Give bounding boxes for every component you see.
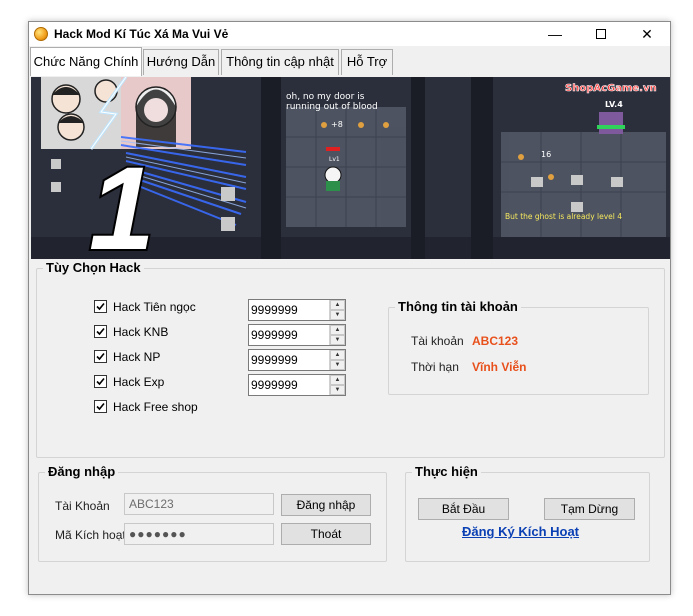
banner-counter-1: +8 <box>331 120 343 129</box>
banner-caption: But the ghost is already level 4 <box>505 212 622 221</box>
execute-title: Thực hiện <box>412 464 481 479</box>
tien-ngoc-amount-input[interactable] <box>249 300 329 320</box>
banner-level-badge: LV.4 <box>605 100 623 109</box>
stepper-buttons: ▲ ▼ <box>329 350 345 370</box>
account-info-duration-value: Vĩnh Viễn <box>472 360 527 374</box>
stepper-up-icon[interactable]: ▲ <box>330 350 345 360</box>
stepper-down-icon[interactable]: ▼ <box>330 385 345 395</box>
app-window: Hack Mod Kí Túc Xá Ma Vui Vẻ — ✕ Chức Nă… <box>28 21 671 595</box>
hack-knb-checkbox[interactable] <box>94 325 107 338</box>
stepper-buttons: ▲ ▼ <box>329 325 345 345</box>
account-info-title: Thông tin tài khoản <box>395 299 521 314</box>
maximize-icon <box>596 29 606 40</box>
hack-np-checkbox[interactable] <box>94 350 107 363</box>
stepper-up-icon[interactable]: ▲ <box>330 300 345 310</box>
execute-group: Thực hiện Bắt Đầu Tạm Dừng Đăng Ký Kích … <box>405 464 650 562</box>
hack-options-title: Tùy Chọn Hack <box>43 260 144 275</box>
login-title: Đăng nhập <box>45 464 119 479</box>
hack-free-shop-checkbox[interactable] <box>94 400 107 413</box>
game-banner-image: 1 oh, no my door is running out of blood… <box>31 77 670 259</box>
login-group: Đăng nhập Tài Khoản ABC123 Đăng nhập Mã … <box>38 464 387 562</box>
hack-exp-checkbox[interactable] <box>94 375 107 388</box>
exp-amount-input[interactable] <box>249 375 329 395</box>
login-account-label: Tài Khoản <box>55 499 110 513</box>
np-amount-input[interactable] <box>249 350 329 370</box>
activation-code-input[interactable]: ●●●●●●● <box>124 523 274 545</box>
exp-amount-stepper[interactable]: ▲ ▼ <box>248 374 346 396</box>
knb-amount-stepper[interactable]: ▲ ▼ <box>248 324 346 346</box>
banner-counter-2: 16 <box>541 150 551 159</box>
tab-support[interactable]: Hỗ Trợ <box>341 49 393 75</box>
banner-speech-line-2: running out of blood <box>286 102 378 112</box>
stepper-down-icon[interactable]: ▼ <box>330 360 345 370</box>
app-coin-icon <box>34 27 48 41</box>
pause-button[interactable]: Tạm Dừng <box>544 498 635 520</box>
stepper-buttons: ▲ ▼ <box>329 300 345 320</box>
start-button[interactable]: Bắt Đầu <box>418 498 509 520</box>
maximize-button[interactable] <box>578 22 624 46</box>
tab-main-functions[interactable]: Chức Năng Chính <box>30 47 142 76</box>
stepper-buttons: ▲ ▼ <box>329 375 345 395</box>
stepper-up-icon[interactable]: ▲ <box>330 375 345 385</box>
hack-exp-label: Hack Exp <box>113 375 165 389</box>
window-title: Hack Mod Kí Túc Xá Ma Vui Vẻ <box>54 27 229 41</box>
hack-free-shop-label: Hack Free shop <box>113 400 198 414</box>
np-amount-stepper[interactable]: ▲ ▼ <box>248 349 346 371</box>
exit-button[interactable]: Thoát <box>281 523 371 545</box>
stepper-down-icon[interactable]: ▼ <box>330 310 345 320</box>
close-button[interactable]: ✕ <box>624 22 670 46</box>
hack-tien-ngoc-label: Hack Tiên ngọc <box>113 300 196 314</box>
banner-brand-text: ShopAcGame.vn <box>565 83 657 94</box>
login-code-label: Mã Kích hoạt <box>55 528 126 542</box>
tab-guide[interactable]: Hướng Dẫn <box>143 49 219 75</box>
account-info-account-label: Tài khoản <box>411 334 464 348</box>
banner-big-number: 1 <box>89 143 155 259</box>
login-account-input[interactable]: ABC123 <box>124 493 274 515</box>
minimize-button[interactable]: — <box>532 22 578 46</box>
account-info-duration-label: Thời hạn <box>411 360 459 374</box>
login-button[interactable]: Đăng nhập <box>281 494 371 516</box>
stepper-down-icon[interactable]: ▼ <box>330 335 345 345</box>
title-bar[interactable]: Hack Mod Kí Túc Xá Ma Vui Vẻ — ✕ <box>29 22 670 46</box>
tab-update-info[interactable]: Thông tin cập nhật <box>221 49 339 75</box>
hack-knb-label: Hack KNB <box>113 325 169 339</box>
hack-np-label: Hack NP <box>113 350 161 364</box>
account-info-account-value: ABC123 <box>472 334 519 348</box>
stepper-up-icon[interactable]: ▲ <box>330 325 345 335</box>
register-activation-link[interactable]: Đăng Ký Kích Hoạt <box>462 524 579 539</box>
hack-options-group: Tùy Chọn Hack Hack Tiên ngọc Hack KNB Ha… <box>36 260 665 458</box>
banner-player-tag: Lv1 <box>329 156 340 163</box>
knb-amount-input[interactable] <box>249 325 329 345</box>
account-info-group: Thông tin tài khoản Tài khoản ABC123 Thờ… <box>388 299 649 395</box>
banner-speech-line-1: oh, no my door is <box>286 92 365 102</box>
hack-tien-ngoc-checkbox[interactable] <box>94 300 107 313</box>
tien-ngoc-amount-stepper[interactable]: ▲ ▼ <box>248 299 346 321</box>
